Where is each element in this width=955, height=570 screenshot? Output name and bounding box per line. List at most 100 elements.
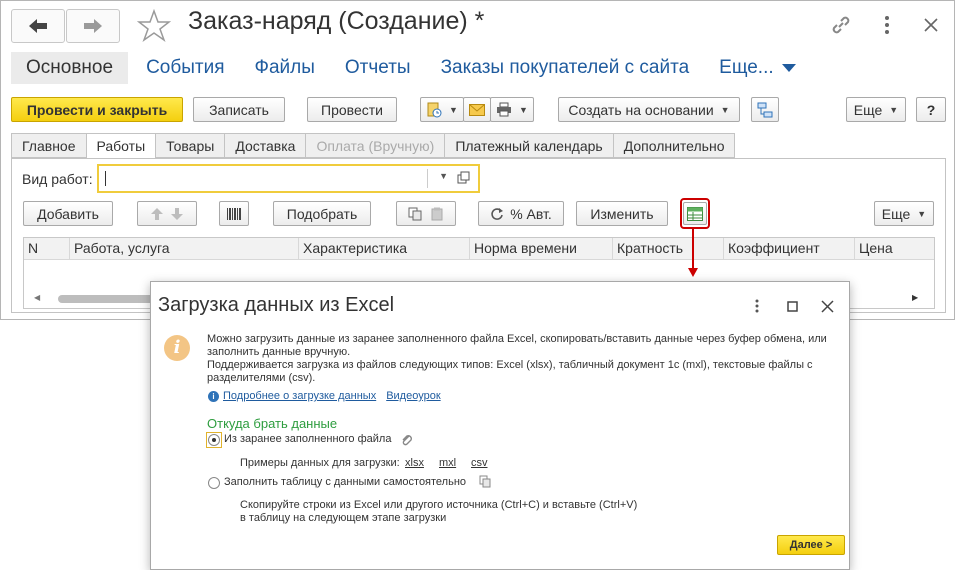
manual-hint-line-2: в таблицу на следующем этапе загрузки <box>240 512 447 524</box>
save-button[interactable]: Записать <box>193 97 285 122</box>
nav-tab-main[interactable]: Основное <box>11 52 129 84</box>
column-header-work[interactable]: Работа, услуга <box>70 238 299 260</box>
structure-button[interactable] <box>751 97 779 122</box>
data-source-header: Откуда брать данные <box>207 416 338 431</box>
email-button[interactable] <box>463 97 491 122</box>
column-header-n[interactable]: N <box>24 238 70 260</box>
help-links: i Подробнее о загрузке данных Видеоурок <box>208 390 441 402</box>
tab-delivery[interactable]: Доставка <box>224 133 306 158</box>
more-actions-label: Еще <box>853 101 883 118</box>
caret-down-icon: ▼ <box>519 104 528 115</box>
nav-tab-site-orders[interactable]: Заказы покупателей с сайта <box>441 57 690 79</box>
tab-general[interactable]: Главное <box>11 133 86 158</box>
back-button[interactable] <box>11 9 65 43</box>
text-cursor <box>105 171 106 186</box>
caret-down-icon: ▼ <box>449 104 458 115</box>
more-actions-button[interactable]: Еще ▼ <box>846 97 906 122</box>
tab-goods[interactable]: Товары <box>155 133 225 158</box>
radio-from-file[interactable] <box>208 434 220 446</box>
example-csv-link[interactable]: csv <box>471 457 488 469</box>
column-header-multiplicity[interactable]: Кратность <box>613 238 724 260</box>
maximize-icon[interactable] <box>782 296 802 316</box>
nav-tab-files[interactable]: Файлы <box>255 57 315 79</box>
tab-additional[interactable]: Дополнительно <box>612 133 736 158</box>
option-fill-manually-label[interactable]: Заполнить таблицу с данными самостоятель… <box>224 476 466 488</box>
clipboard-icon[interactable] <box>479 475 491 493</box>
change-button[interactable]: Изменить <box>576 201 668 226</box>
close-icon[interactable] <box>817 296 837 316</box>
info-small-icon: i <box>208 390 219 402</box>
column-header-characteristic[interactable]: Характеристика <box>299 238 470 260</box>
open-form-icon[interactable] <box>457 171 470 189</box>
post-button[interactable]: Провести <box>307 97 397 122</box>
nav-tab-events[interactable]: События <box>146 57 224 79</box>
dialog-title: Загрузка данных из Excel <box>158 294 395 316</box>
paperclip-icon[interactable] <box>401 433 413 451</box>
more-about-loading-link[interactable]: Подробнее о загрузке данных <box>223 390 376 402</box>
excel-import-dialog: Загрузка данных из Excel i Можно загрузи… <box>150 281 850 570</box>
link-icon[interactable] <box>827 11 855 39</box>
arrow-right-icon <box>82 18 104 34</box>
next-button[interactable]: Далее > <box>777 535 845 555</box>
work-type-label: Вид работ: <box>22 171 93 187</box>
divider <box>427 169 428 188</box>
favorite-star-icon[interactable] <box>136 8 172 48</box>
dropdown-arrow-icon[interactable]: ▼ <box>439 171 448 181</box>
arrow-down-icon[interactable] <box>171 207 183 220</box>
more-vertical-icon[interactable] <box>747 296 767 316</box>
column-header-coefficient[interactable]: Коэффициент <box>724 238 855 260</box>
form-tabs: Главное Работы Товары Доставка Оплата (В… <box>11 133 736 159</box>
forward-button[interactable] <box>66 9 120 43</box>
copy-paste-buttons[interactable] <box>396 201 456 226</box>
highlight-frame <box>680 198 710 229</box>
hierarchy-icon <box>757 102 773 118</box>
window-title: Заказ-наряд (Создание) * <box>188 7 485 35</box>
document-attach-button[interactable]: ▼ <box>420 97 464 122</box>
refresh-icon <box>490 207 504 221</box>
video-tutorial-link[interactable]: Видеоурок <box>386 390 440 402</box>
print-button[interactable]: ▼ <box>490 97 534 122</box>
arrow-left-icon <box>27 18 49 34</box>
copy-icon[interactable] <box>408 207 422 221</box>
add-row-button[interactable]: Добавить <box>23 201 113 226</box>
arrow-up-icon[interactable] <box>151 207 163 220</box>
manual-hint-line-1: Скопируйте строки из Excel или другого и… <box>240 499 638 511</box>
more-vertical-icon[interactable] <box>873 11 901 39</box>
post-and-close-button[interactable]: Провести и закрыть <box>11 97 183 122</box>
barcode-button[interactable] <box>219 201 249 226</box>
option-from-file-label[interactable]: Из заранее заполненного файла <box>224 433 391 445</box>
tab-payment-calendar[interactable]: Платежный календарь <box>444 133 613 158</box>
table-header: N Работа, услуга Характеристика Норма вр… <box>24 238 934 260</box>
envelope-icon <box>469 103 485 116</box>
radio-fill-manually[interactable] <box>208 477 220 489</box>
column-header-time-norm[interactable]: Норма времени <box>470 238 613 260</box>
nav-tab-reports[interactable]: Отчеты <box>345 57 411 79</box>
info-line-4: разделителями (csv). <box>207 372 316 384</box>
printer-icon <box>496 102 512 117</box>
help-button[interactable]: ? <box>916 97 946 122</box>
info-line-2: заполнить данные вручную. <box>207 346 351 358</box>
tab-works[interactable]: Работы <box>85 133 156 159</box>
scroll-right-icon[interactable]: ▶ <box>912 293 918 302</box>
example-xlsx-link[interactable]: xlsx <box>405 457 424 469</box>
nav-tab-more-label: Еще... <box>719 57 774 78</box>
section-nav: Основное События Файлы Отчеты Заказы пок… <box>11 51 826 85</box>
create-based-on-label: Создать на основании <box>568 101 714 118</box>
tab-payment[interactable]: Оплата (Вручную) <box>305 133 445 158</box>
document-clock-icon <box>426 102 442 118</box>
column-header-price[interactable]: Цена <box>855 238 934 260</box>
annotation-arrow <box>692 228 694 270</box>
nav-tab-more[interactable]: Еще... <box>719 57 796 79</box>
barcode-icon <box>226 207 242 221</box>
move-row-buttons[interactable] <box>137 201 197 226</box>
work-type-input[interactable]: ▼ <box>97 164 480 193</box>
info-line-3: Поддерживается загрузка из файлов следую… <box>207 359 813 371</box>
paste-icon[interactable] <box>430 207 444 221</box>
close-icon[interactable] <box>917 11 945 39</box>
auto-discount-button[interactable]: % Авт. <box>478 201 564 226</box>
example-mxl-link[interactable]: mxl <box>439 457 456 469</box>
info-line-1: Можно загрузить данные из заранее заполн… <box>207 333 827 345</box>
create-based-on-button[interactable]: Создать на основании ▼ <box>558 97 740 122</box>
table-more-button[interactable]: Еще ▼ <box>874 201 934 226</box>
select-items-button[interactable]: Подобрать <box>273 201 371 226</box>
